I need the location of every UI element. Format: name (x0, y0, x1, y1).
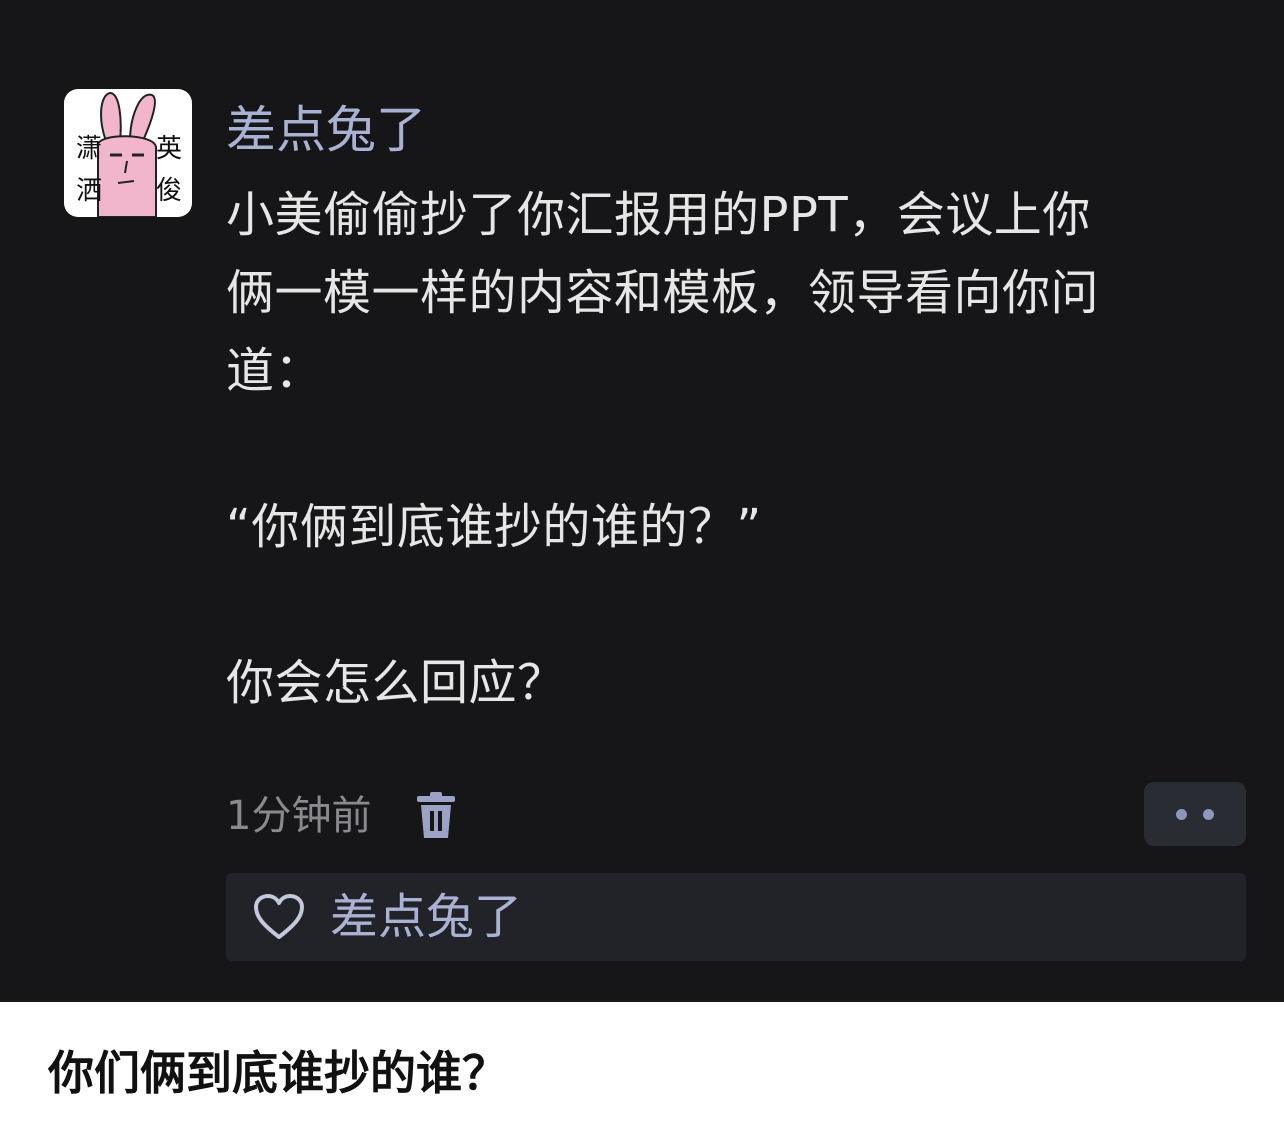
post-card: 潇 洒 英 俊 差点兔了 小美偷偷抄了你汇报用的PPT，会议上你 俩一模一样的内… (0, 0, 1284, 1002)
author-name[interactable]: 差点兔了 (226, 98, 426, 162)
avatar-char: 洒 (76, 176, 103, 206)
likes-bar: 差点兔了 (226, 873, 1246, 961)
avatar[interactable]: 潇 洒 英 俊 (64, 89, 192, 217)
heart-icon[interactable] (252, 893, 306, 941)
avatar-char: 俊 (156, 176, 183, 206)
more-dots-icon (1203, 809, 1214, 820)
liker-name[interactable]: 差点兔了 (330, 887, 522, 947)
more-dots-icon (1176, 809, 1187, 820)
post-text: 小美偷偷抄了你汇报用的PPT，会议上你 俩一模一样的内容和模板，领导看向你问 道… (226, 187, 1100, 711)
more-options-button[interactable] (1144, 782, 1246, 846)
post-timestamp: 1分钟前 (226, 793, 372, 839)
trash-icon[interactable] (414, 792, 458, 840)
avatar-char: 英 (156, 134, 183, 164)
avatar-char: 潇 (76, 134, 103, 164)
caption-text: 你们俩到底谁抄的谁？ (48, 1046, 508, 1100)
